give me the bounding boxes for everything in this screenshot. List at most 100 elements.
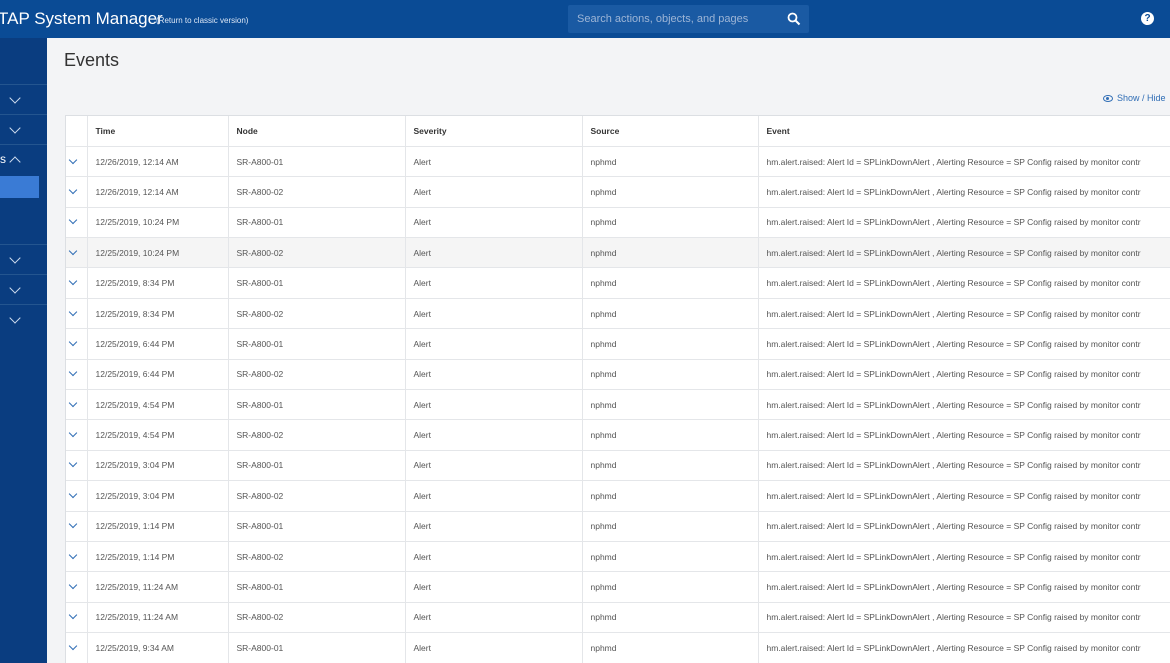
cell-time: 12/25/2019, 1:14 PM xyxy=(87,541,229,573)
chevron-down-icon[interactable] xyxy=(68,337,78,347)
cell-node: SR-A800-01 xyxy=(228,450,406,482)
cell-time: 12/25/2019, 11:24 AM xyxy=(87,571,229,603)
cell-source: nphmd xyxy=(582,602,759,634)
expand-row-button[interactable] xyxy=(66,328,88,360)
expand-row-button[interactable] xyxy=(66,602,88,634)
cell-time: 12/25/2019, 10:24 PM xyxy=(87,237,229,269)
table-row[interactable]: 12/25/2019, 8:34 PM SR-A800-01 Alert nphmd h… xyxy=(66,267,1170,299)
table-row[interactable]: 12/25/2019, 11:24 AM SR-A800-02 Alert nphmd… xyxy=(66,602,1170,634)
cell-severity: Alert xyxy=(405,541,583,573)
table-row[interactable]: 12/25/2019, 1:14 PM SR-A800-01 Alert nphmd h… xyxy=(66,511,1170,542)
expand-row-button[interactable] xyxy=(66,389,88,421)
sidebar-item-4[interactable] xyxy=(0,244,47,274)
cell-node: SR-A800-01 xyxy=(228,146,406,178)
cell-event: hm.alert.raised: Alert Id = SPLinkDownAl… xyxy=(758,176,1170,208)
table-row[interactable]: 12/25/2019, 3:04 PM SR-A800-01 Alert nphmd h… xyxy=(66,450,1170,482)
sidebar-item-2[interactable] xyxy=(0,114,47,144)
table-row[interactable]: 12/25/2019, 10:24 PM SR-A800-02 Alert nphmd… xyxy=(66,237,1170,269)
cell-source: nphmd xyxy=(582,632,759,663)
chevron-down-icon[interactable] xyxy=(68,246,78,255)
expand-row-button[interactable] xyxy=(66,237,88,269)
chevron-down-icon[interactable] xyxy=(68,155,78,164)
chevron-down-icon xyxy=(9,92,21,104)
sidebar-item-1[interactable] xyxy=(0,84,47,114)
cell-time: 12/25/2019, 4:54 PM xyxy=(87,389,229,421)
cell-source: nphmd xyxy=(582,571,759,603)
search-icon[interactable] xyxy=(787,12,801,26)
cell-node: SR-A800-02 xyxy=(228,480,406,512)
table-row[interactable]: 12/26/2019, 12:14 AM SR-A800-01 Alert nphmd… xyxy=(66,146,1170,178)
chevron-down-icon[interactable] xyxy=(68,276,78,286)
show-hide-columns-button[interactable]: Show / Hide xyxy=(1103,93,1166,103)
cell-event: hm.alert.raised: Alert Id = SPLinkDownAl… xyxy=(758,511,1170,542)
table-row[interactable]: 12/25/2019, 10:24 PM SR-A800-01 Alert nphmd… xyxy=(66,207,1170,239)
cell-source: nphmd xyxy=(582,359,759,391)
column-header-time[interactable]: Time xyxy=(87,116,229,147)
chevron-down-icon xyxy=(9,312,21,324)
chevron-down-icon[interactable] xyxy=(68,216,78,225)
expand-row-button[interactable] xyxy=(66,450,88,482)
chevron-down-icon[interactable] xyxy=(68,489,78,499)
expand-row-button[interactable] xyxy=(66,176,88,208)
cell-node: SR-A800-01 xyxy=(228,267,406,299)
column-header-severity[interactable]: Severity xyxy=(405,116,583,147)
expand-row-button[interactable] xyxy=(66,632,88,663)
cell-severity: Alert xyxy=(405,176,583,208)
expand-row-button[interactable] xyxy=(66,267,88,299)
events-table: Time Node Severity Source Event 12/26/20… xyxy=(65,115,1170,663)
app-title: TAP System Manager xyxy=(0,9,163,28)
chevron-down-icon xyxy=(9,282,21,294)
chevron-down-icon[interactable] xyxy=(68,520,78,529)
sidebar-item-events[interactable]: s xyxy=(0,144,47,174)
column-header-source[interactable]: Source xyxy=(582,116,759,147)
sidebar-subitem-active[interactable] xyxy=(0,176,39,198)
help-icon[interactable]: ? xyxy=(1141,12,1154,25)
return-to-classic-link[interactable]: (Return to classic version) xyxy=(156,16,248,25)
expand-row-button[interactable] xyxy=(66,298,88,330)
expand-row-button[interactable] xyxy=(66,207,88,239)
expand-row-button[interactable] xyxy=(66,541,88,573)
expand-row-button[interactable] xyxy=(66,359,88,391)
cell-source: nphmd xyxy=(582,419,759,451)
cell-event: hm.alert.raised: Alert Id = SPLinkDownAl… xyxy=(758,389,1170,421)
table-row[interactable]: 12/25/2019, 4:54 PM SR-A800-02 Alert nphmd h… xyxy=(66,419,1170,451)
table-row[interactable]: 12/25/2019, 3:04 PM SR-A800-02 Alert nphmd h… xyxy=(66,480,1170,512)
expand-row-button[interactable] xyxy=(66,571,88,603)
cell-node: SR-A800-01 xyxy=(228,389,406,421)
chevron-down-icon[interactable] xyxy=(68,611,78,620)
column-header-node[interactable]: Node xyxy=(228,116,406,147)
chevron-down-icon[interactable] xyxy=(68,550,78,559)
cell-severity: Alert xyxy=(405,571,583,603)
chevron-down-icon[interactable] xyxy=(68,428,78,438)
cell-severity: Alert xyxy=(405,389,583,421)
table-row[interactable]: 12/25/2019, 4:54 PM SR-A800-01 Alert nphmd h… xyxy=(66,389,1170,421)
cell-source: nphmd xyxy=(582,207,759,239)
chevron-down-icon[interactable] xyxy=(68,398,78,407)
expand-row-button[interactable] xyxy=(66,480,88,512)
chevron-down-icon[interactable] xyxy=(68,580,78,590)
expand-row-button[interactable] xyxy=(66,511,88,542)
expand-row-button[interactable] xyxy=(66,419,88,451)
chevron-down-icon[interactable] xyxy=(68,459,78,468)
search-input[interactable]: Search actions, objects, and pages xyxy=(568,5,809,33)
sidebar-item-5[interactable] xyxy=(0,274,47,304)
sidebar-item-6[interactable] xyxy=(0,304,47,334)
search-placeholder: Search actions, objects, and pages xyxy=(577,13,749,25)
cell-source: nphmd xyxy=(582,267,759,299)
chevron-down-icon xyxy=(9,252,21,264)
table-row[interactable]: 12/25/2019, 6:44 PM SR-A800-01 Alert nphmd h… xyxy=(66,328,1170,360)
cell-source: nphmd xyxy=(582,328,759,360)
chevron-down-icon[interactable] xyxy=(68,185,78,195)
table-row[interactable]: 12/25/2019, 1:14 PM SR-A800-02 Alert nphmd h… xyxy=(66,541,1170,573)
table-row[interactable]: 12/25/2019, 8:34 PM SR-A800-02 Alert nphmd h… xyxy=(66,298,1170,330)
expand-row-button[interactable] xyxy=(66,146,88,178)
table-row[interactable]: 12/25/2019, 11:24 AM SR-A800-01 Alert nphmd… xyxy=(66,571,1170,603)
chevron-down-icon[interactable] xyxy=(68,307,78,316)
table-row[interactable]: 12/25/2019, 9:34 AM SR-A800-01 Alert nphmd h… xyxy=(66,632,1170,663)
cell-time: 12/25/2019, 9:34 AM xyxy=(87,632,229,663)
column-header-event[interactable]: Event xyxy=(758,116,1170,147)
table-row[interactable]: 12/26/2019, 12:14 AM SR-A800-02 Alert nphmd… xyxy=(66,176,1170,208)
table-row[interactable]: 12/25/2019, 6:44 PM SR-A800-02 Alert nphmd h… xyxy=(66,359,1170,391)
chevron-down-icon[interactable] xyxy=(68,641,78,651)
chevron-down-icon[interactable] xyxy=(68,368,78,377)
